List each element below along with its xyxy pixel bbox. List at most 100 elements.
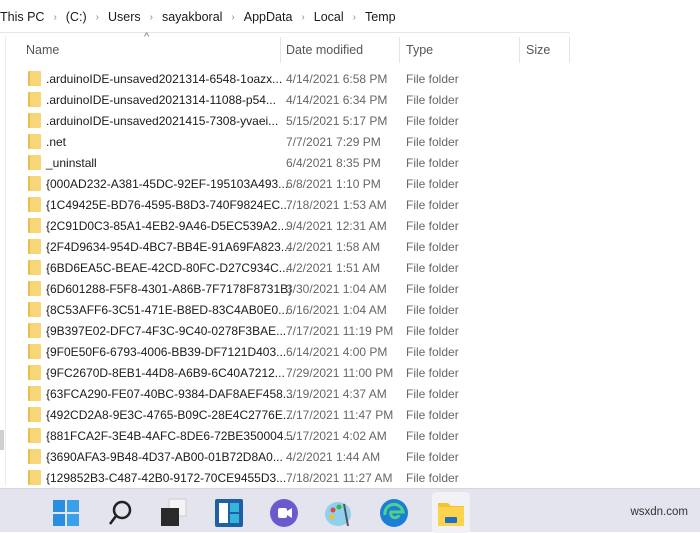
file-row[interactable]: {8C53AFF6-3C51-471E-B8ED-83C4AB0E0... 6/1… [0,299,570,320]
folder-icon [28,197,41,212]
search-icon[interactable] [104,497,136,529]
breadcrumb-item[interactable]: Local [314,10,344,24]
chevron-right-icon: › [301,11,305,23]
file-name: {6D601288-F5F8-4301-A86B-7F7178F8731B} [46,282,293,296]
file-type: File folder [406,303,459,317]
teams-chat-icon[interactable] [268,497,300,529]
folder-icon [28,344,41,359]
folder-icon [28,470,41,485]
folder-icon [28,176,41,191]
folder-icon [28,134,41,149]
file-name: {000AD232-A381-45DC-92EF-195103A493... [46,177,289,191]
file-date: 4/14/2021 6:34 PM [286,93,388,107]
file-name: {1C49425E-BD76-4595-B8D3-740F9824EC... [46,198,291,212]
folder-icon [28,407,41,422]
file-type: File folder [406,429,459,443]
file-name: {9F0E50F6-6793-4006-BB39-DF7121D403... [46,345,287,359]
chevron-right-icon: › [149,11,153,23]
file-type: File folder [406,114,459,128]
file-name: {2C91D0C3-85A1-4EB2-9A46-D5EC539A2... [46,219,288,233]
file-name: .arduinoIDE-unsaved2021314-11088-p54... [46,93,276,107]
breadcrumb-item[interactable]: sayakboral [162,10,222,24]
file-row[interactable]: {000AD232-A381-45DC-92EF-195103A493... 6/… [0,173,570,194]
start-icon[interactable] [50,497,82,529]
file-row[interactable]: {6D601288-F5F8-4301-A86B-7F7178F8731B} 3/… [0,278,570,299]
file-row[interactable]: {3690AFA3-9B48-4D37-AB00-01B72D8A0... 4/2… [0,446,570,467]
file-date: 5/15/2021 5:17 PM [286,114,388,128]
file-row[interactable]: .arduinoIDE-unsaved2021415-7308-yvaei...… [0,110,570,131]
edge-icon[interactable] [378,497,410,529]
file-date: 6/4/2021 8:35 PM [286,156,381,170]
widgets-icon[interactable] [213,497,245,529]
file-type: File folder [406,93,459,107]
folder-icon [28,386,41,401]
breadcrumb-item[interactable]: Users [108,10,141,24]
file-date: 7/17/2021 11:47 PM [286,408,394,422]
paint-icon[interactable] [323,497,355,529]
file-row[interactable]: _uninstall 6/4/2021 8:35 PM File folder [0,152,570,173]
column-divider[interactable] [519,37,520,63]
column-name[interactable]: Name [26,43,59,57]
file-type: File folder [406,324,459,338]
file-row[interactable]: {9FC2670D-8EB1-44D8-A6B9-6C40A7212... 7/2… [0,362,570,383]
file-row[interactable]: {2C91D0C3-85A1-4EB2-9A46-D5EC539A2... 9/4… [0,215,570,236]
column-type[interactable]: Type [406,43,433,57]
column-divider[interactable] [569,37,570,63]
column-divider[interactable] [399,37,400,63]
chevron-right-icon: › [352,11,356,23]
file-row[interactable]: {63FCA290-FE07-40BC-9384-DAF8AEF458... 3/… [0,383,570,404]
file-row[interactable]: {881FCA2F-3E4B-4AFC-8DE6-72BE350004... 5/… [0,425,570,446]
file-row[interactable]: {6BD6EA5C-BEAE-42CD-80FC-D27C934C... 4/2/… [0,257,570,278]
file-explorer-icon[interactable] [432,492,470,533]
file-date: 7/17/2021 11:19 PM [286,324,394,338]
file-type: File folder [406,282,459,296]
breadcrumb-item[interactable]: AppData [244,10,293,24]
file-date: 7/18/2021 1:53 AM [286,198,387,212]
column-size[interactable]: Size [526,43,550,57]
folder-icon [28,281,41,296]
file-name: .net [46,135,67,149]
file-name: .arduinoIDE-unsaved2021415-7308-yvaei... [46,114,279,128]
file-type: File folder [406,261,459,275]
folder-icon [28,302,41,317]
file-row[interactable]: {9B397E02-DFC7-4F3C-9C40-0278F3BAE... 7/1… [0,320,570,341]
file-name: {3690AFA3-9B48-4D37-AB00-01B72D8A0... [46,450,283,464]
file-type: File folder [406,345,459,359]
file-row[interactable]: .net 7/7/2021 7:29 PM File folder [0,131,570,152]
file-row[interactable]: .arduinoIDE-unsaved2021314-6548-1oazx...… [0,68,570,89]
file-name: {492CD2A8-9E3C-4765-B09C-28E4C2776E... [46,408,293,422]
watermark: wsxdn.com [630,506,688,518]
file-date: 9/4/2021 12:31 AM [286,219,387,233]
file-row[interactable]: {129852B3-C487-42B0-9172-70CE9455D3... 7/… [0,467,570,488]
file-name: {9B397E02-DFC7-4F3C-9C40-0278F3BAE... [46,324,287,338]
file-type: File folder [406,387,459,401]
file-type: File folder [406,366,459,380]
file-date: 6/14/2021 4:00 PM [286,345,388,359]
column-header: ^ Name Date modified Type Size [0,31,570,64]
folder-icon [28,365,41,380]
column-divider[interactable] [280,37,281,63]
file-date: 7/29/2021 11:00 PM [286,366,394,380]
file-type: File folder [406,156,459,170]
breadcrumb-item[interactable]: (C:) [66,10,87,24]
file-row[interactable]: {9F0E50F6-6793-4006-BB39-DF7121D403... 6/… [0,341,570,362]
folder-icon [28,239,41,254]
file-date: 7/7/2021 7:29 PM [286,135,381,149]
file-date: 7/18/2021 11:27 AM [286,471,393,485]
file-row[interactable]: {492CD2A8-9E3C-4765-B09C-28E4C2776E... 7/… [0,404,570,425]
column-date[interactable]: Date modified [286,43,363,57]
breadcrumb-item[interactable]: This PC [0,10,44,24]
file-row[interactable]: {1C49425E-BD76-4595-B8D3-740F9824EC... 7/… [0,194,570,215]
file-name: _uninstall [46,156,97,170]
breadcrumb-item[interactable]: Temp [365,10,396,24]
file-row[interactable]: {2F4D9634-954D-4BC7-BB4E-91A69FA823... 4/… [0,236,570,257]
taskbar: wsxdn.com [0,488,700,533]
breadcrumb: This PC › (C:) › Users › sayakboral › AppData › Lo… [0,7,396,27]
file-type: File folder [406,135,459,149]
file-row[interactable]: .arduinoIDE-unsaved2021314-11088-p54... 4… [0,89,570,110]
file-type: File folder [406,198,459,212]
file-name: {6BD6EA5C-BEAE-42CD-80FC-D27C934C... [46,261,289,275]
file-date: 6/8/2021 1:10 PM [286,177,381,191]
task-view-icon[interactable] [158,497,190,529]
file-type: File folder [406,450,459,464]
